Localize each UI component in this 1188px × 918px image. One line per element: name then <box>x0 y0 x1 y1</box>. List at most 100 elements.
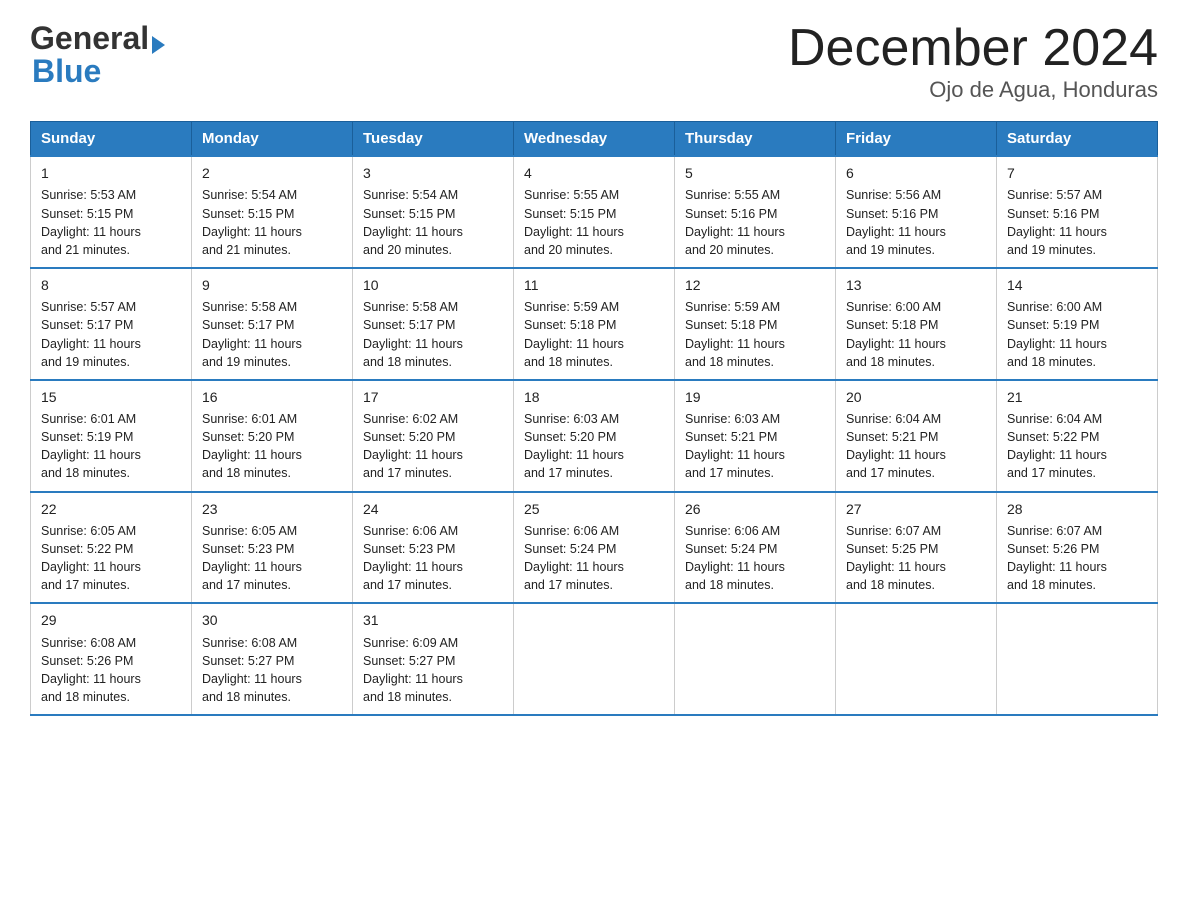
daylight: Daylight: 11 hoursand 17 minutes. <box>685 448 785 480</box>
daylight: Daylight: 11 hoursand 18 minutes. <box>1007 560 1107 592</box>
sunrise: Sunrise: 6:05 AM <box>41 524 136 538</box>
day-number: 19 <box>685 387 825 407</box>
day-number: 10 <box>363 275 503 295</box>
sunrise: Sunrise: 5:59 AM <box>685 300 780 314</box>
calendar-cell: 31Sunrise: 6:09 AMSunset: 5:27 PMDayligh… <box>353 603 514 715</box>
header-thursday: Thursday <box>675 122 836 157</box>
calendar-cell: 30Sunrise: 6:08 AMSunset: 5:27 PMDayligh… <box>192 603 353 715</box>
daylight: Daylight: 11 hoursand 18 minutes. <box>846 560 946 592</box>
calendar-cell: 16Sunrise: 6:01 AMSunset: 5:20 PMDayligh… <box>192 380 353 492</box>
sunrise: Sunrise: 5:58 AM <box>202 300 297 314</box>
sunset: Sunset: 5:26 PM <box>41 654 133 668</box>
sunrise: Sunrise: 6:04 AM <box>846 412 941 426</box>
calendar-cell: 23Sunrise: 6:05 AMSunset: 5:23 PMDayligh… <box>192 492 353 604</box>
calendar-cell: 6Sunrise: 5:56 AMSunset: 5:16 PMDaylight… <box>836 156 997 268</box>
title-block: December 2024 Ojo de Agua, Honduras <box>788 20 1158 103</box>
sunrise: Sunrise: 6:03 AM <box>524 412 619 426</box>
calendar-cell <box>514 603 675 715</box>
sunset: Sunset: 5:16 PM <box>685 207 777 221</box>
daylight: Daylight: 11 hoursand 17 minutes. <box>524 560 624 592</box>
calendar-cell: 14 Sunrise: 6:00 AM Sunset: 5:19 PM Dayligh… <box>997 268 1158 380</box>
day-number: 11 <box>524 275 664 295</box>
day-number: 30 <box>202 610 342 630</box>
day-number: 3 <box>363 163 503 183</box>
calendar-cell: 9Sunrise: 5:58 AMSunset: 5:17 PMDaylight… <box>192 268 353 380</box>
sunrise: Sunrise: 6:01 AM <box>41 412 136 426</box>
sunrise: Sunrise: 5:59 AM <box>524 300 619 314</box>
calendar-cell <box>997 603 1158 715</box>
sunset: Sunset: 5:15 PM <box>524 207 616 221</box>
sunset: Sunset: 5:19 PM <box>1007 318 1099 332</box>
calendar-cell: 10Sunrise: 5:58 AMSunset: 5:17 PMDayligh… <box>353 268 514 380</box>
header-wednesday: Wednesday <box>514 122 675 157</box>
daylight: Daylight: 11 hoursand 18 minutes. <box>685 337 785 369</box>
day-number: 23 <box>202 499 342 519</box>
day-number: 1 <box>41 163 181 183</box>
daylight: Daylight: 11 hoursand 18 minutes. <box>1007 337 1107 369</box>
daylight: Daylight: 11 hoursand 21 minutes. <box>202 225 302 257</box>
day-number: 16 <box>202 387 342 407</box>
logo-blue: Blue <box>32 53 101 90</box>
page-subtitle: Ojo de Agua, Honduras <box>788 77 1158 103</box>
day-number: 7 <box>1007 163 1147 183</box>
calendar-week-row: 15Sunrise: 6:01 AMSunset: 5:19 PMDayligh… <box>31 380 1158 492</box>
day-number: 26 <box>685 499 825 519</box>
calendar-week-row: 29Sunrise: 6:08 AMSunset: 5:26 PMDayligh… <box>31 603 1158 715</box>
sunrise: Sunrise: 6:06 AM <box>363 524 458 538</box>
header-monday: Monday <box>192 122 353 157</box>
calendar-cell: 7Sunrise: 5:57 AMSunset: 5:16 PMDaylight… <box>997 156 1158 268</box>
sunrise: Sunrise: 6:07 AM <box>1007 524 1102 538</box>
daylight: Daylight: 11 hoursand 17 minutes. <box>1007 448 1107 480</box>
sunset: Sunset: 5:18 PM <box>524 318 616 332</box>
daylight: Daylight: 11 hoursand 17 minutes. <box>41 560 141 592</box>
sunset: Sunset: 5:24 PM <box>524 542 616 556</box>
day-number: 13 <box>846 275 986 295</box>
sunset: Sunset: 5:20 PM <box>363 430 455 444</box>
logo-triangle-icon <box>152 36 165 54</box>
calendar-cell: 12Sunrise: 5:59 AMSunset: 5:18 PMDayligh… <box>675 268 836 380</box>
sunset: Sunset: 5:25 PM <box>846 542 938 556</box>
calendar-cell: 2Sunrise: 5:54 AMSunset: 5:15 PMDaylight… <box>192 156 353 268</box>
daylight: Daylight: 11 hoursand 18 minutes. <box>41 672 141 704</box>
daylight: Daylight: 11 hoursand 17 minutes. <box>363 560 463 592</box>
calendar-cell: 17Sunrise: 6:02 AMSunset: 5:20 PMDayligh… <box>353 380 514 492</box>
daylight: Daylight: 11 hoursand 17 minutes. <box>846 448 946 480</box>
daylight: Daylight: 11 hoursand 17 minutes. <box>524 448 624 480</box>
calendar-cell: 19Sunrise: 6:03 AMSunset: 5:21 PMDayligh… <box>675 380 836 492</box>
daylight: Daylight: 11 hoursand 18 minutes. <box>524 337 624 369</box>
daylight: Daylight: 11 hoursand 18 minutes. <box>363 672 463 704</box>
sunrise: Sunrise: 6:02 AM <box>363 412 458 426</box>
day-number: 27 <box>846 499 986 519</box>
day-number: 14 <box>1007 275 1147 295</box>
page-header: General Blue December 2024 Ojo de Agua, … <box>30 20 1158 103</box>
daylight: Daylight: 11 hoursand 18 minutes. <box>846 337 946 369</box>
day-number: 17 <box>363 387 503 407</box>
sunrise: Sunrise: 6:07 AM <box>846 524 941 538</box>
day-number: 31 <box>363 610 503 630</box>
sunset: Sunset: 5:19 PM <box>41 430 133 444</box>
sunrise: Sunrise: 5:53 AM <box>41 188 136 202</box>
calendar-cell: 13Sunrise: 6:00 AMSunset: 5:18 PMDayligh… <box>836 268 997 380</box>
calendar-cell: 18Sunrise: 6:03 AMSunset: 5:20 PMDayligh… <box>514 380 675 492</box>
calendar-week-row: 22Sunrise: 6:05 AMSunset: 5:22 PMDayligh… <box>31 492 1158 604</box>
calendar-table: SundayMondayTuesdayWednesdayThursdayFrid… <box>30 121 1158 716</box>
sunrise: Sunrise: 6:00 AM <box>1007 300 1102 314</box>
sunrise: Sunrise: 6:08 AM <box>41 636 136 650</box>
calendar-cell: 24Sunrise: 6:06 AMSunset: 5:23 PMDayligh… <box>353 492 514 604</box>
daylight: Daylight: 11 hoursand 19 minutes. <box>41 337 141 369</box>
calendar-cell <box>836 603 997 715</box>
logo-general: General <box>30 20 149 56</box>
day-number: 18 <box>524 387 664 407</box>
calendar-cell: 3Sunrise: 5:54 AMSunset: 5:15 PMDaylight… <box>353 156 514 268</box>
daylight: Daylight: 11 hoursand 18 minutes. <box>41 448 141 480</box>
sunrise: Sunrise: 6:06 AM <box>524 524 619 538</box>
sunset: Sunset: 5:22 PM <box>1007 430 1099 444</box>
daylight: Daylight: 11 hoursand 19 minutes. <box>846 225 946 257</box>
day-number: 20 <box>846 387 986 407</box>
day-number: 28 <box>1007 499 1147 519</box>
calendar-header-row: SundayMondayTuesdayWednesdayThursdayFrid… <box>31 122 1158 157</box>
calendar-cell: 11 Sunrise: 5:59 AM Sunset: 5:18 PM Dayligh… <box>514 268 675 380</box>
calendar-cell: 25Sunrise: 6:06 AMSunset: 5:24 PMDayligh… <box>514 492 675 604</box>
sunrise: Sunrise: 6:06 AM <box>685 524 780 538</box>
daylight: Daylight: 11 hoursand 18 minutes. <box>202 448 302 480</box>
